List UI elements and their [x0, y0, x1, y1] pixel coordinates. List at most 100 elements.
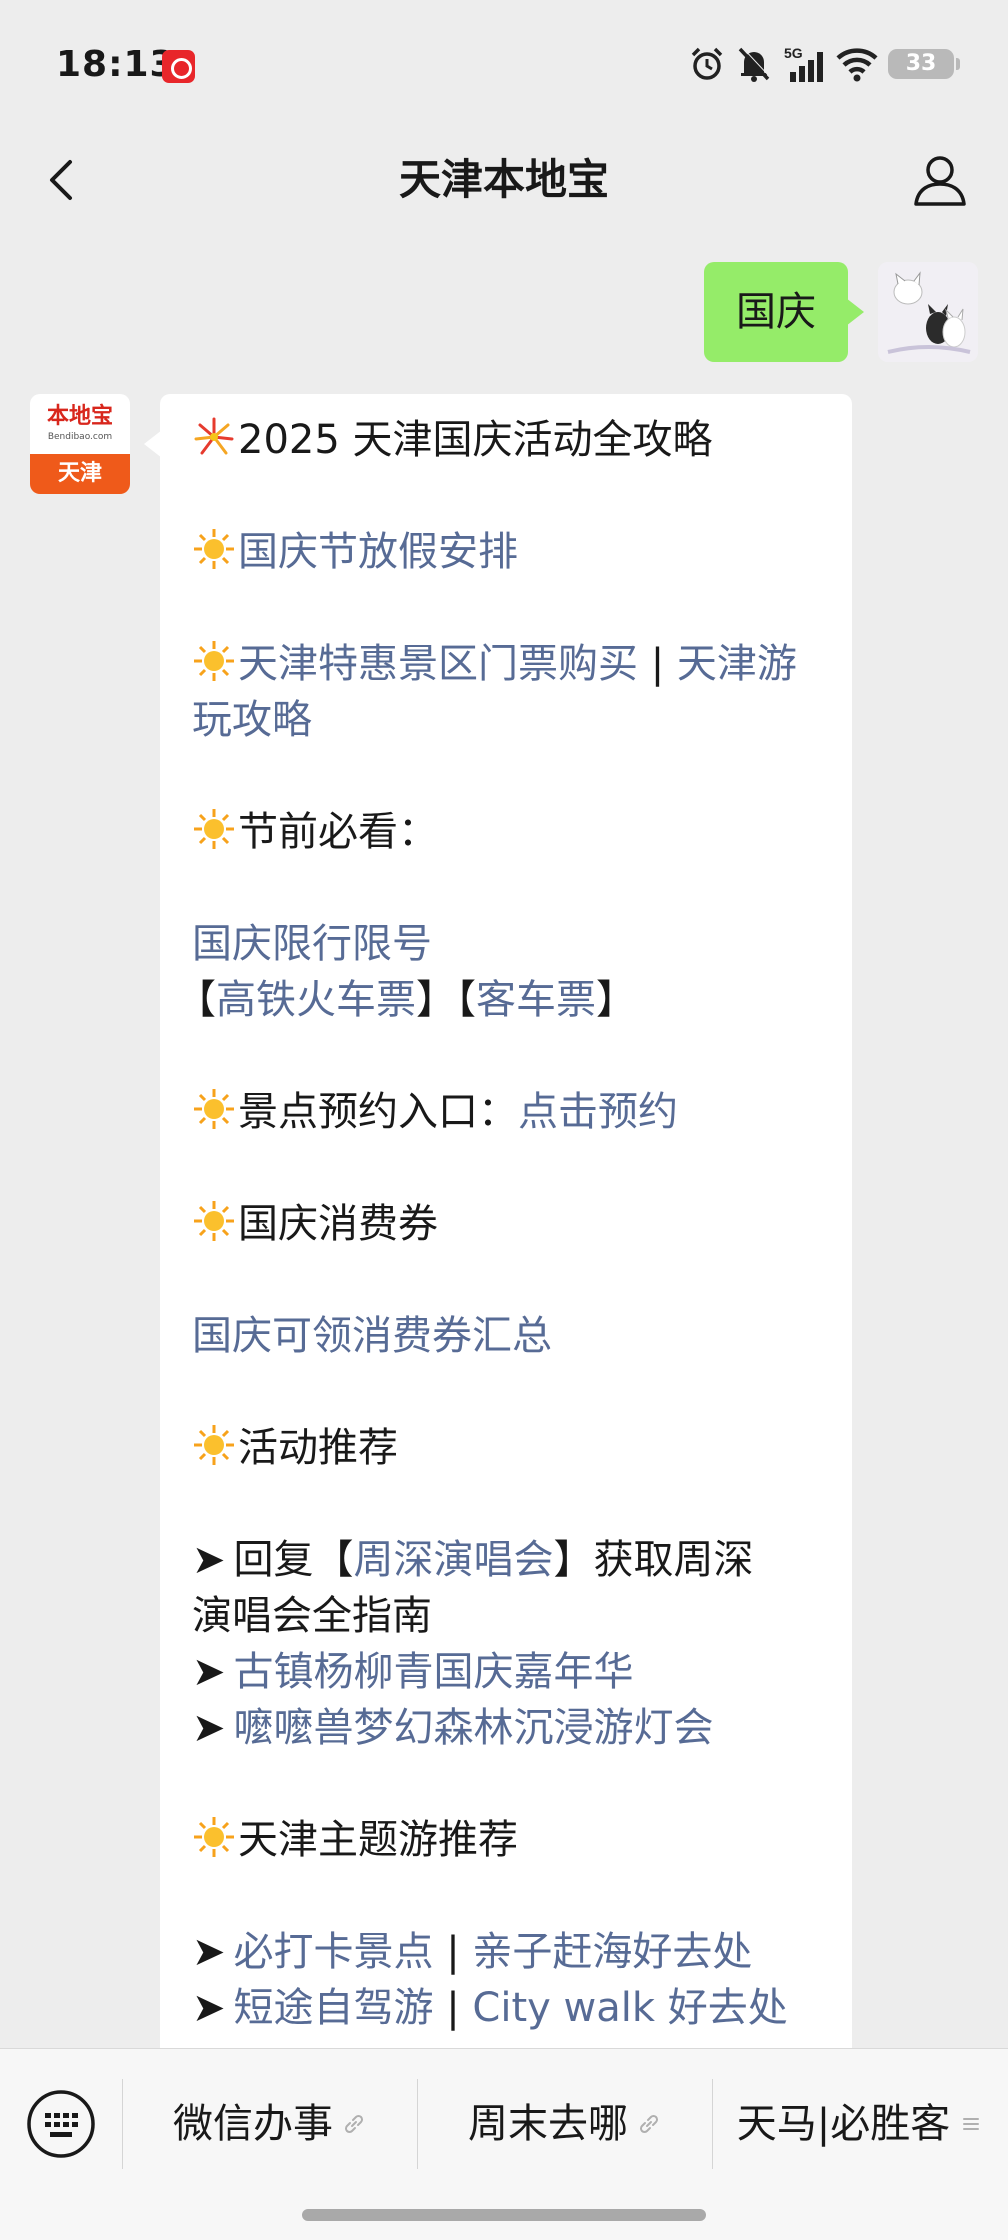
holiday-line: 国庆节放假安排	[192, 524, 822, 580]
submenu-icon	[963, 2118, 980, 2130]
wifi-icon	[836, 48, 878, 82]
arrow-icon: ➤	[192, 1929, 226, 1975]
status-icons: 5G 33	[688, 44, 960, 84]
lantern-line: ➤ 嚒嚒兽梦幻森林沉浸游灯会	[192, 1700, 822, 1756]
netease-music-icon	[162, 50, 195, 83]
keyboard-toggle-button[interactable]	[26, 2089, 96, 2159]
bot-message-bubble[interactable]: 2025 天津国庆活动全攻略 国庆节放假安排 天津特惠景区门票购买 | 天津游 …	[144, 394, 852, 2048]
profile-button[interactable]	[908, 148, 972, 212]
message-title: 2025 天津国庆活动全攻略	[238, 417, 713, 463]
booking-link[interactable]: 点击预约	[518, 1089, 678, 1135]
menu-item-weekend[interactable]: 周末去哪	[418, 2079, 712, 2169]
arrow-icon: ➤	[192, 1985, 226, 2031]
spots-line: ➤ 必打卡景点 | 亲子赶海好去处	[192, 1924, 822, 1980]
link-icon	[639, 2114, 659, 2134]
concert-link[interactable]: 周深演唱会	[354, 1537, 554, 1583]
bot-avatar[interactable]: 本地宝 Bendibao.com 天津	[30, 394, 130, 494]
menu-item-wechat-services[interactable]: 微信办事	[123, 2079, 417, 2169]
coupon-summary-link[interactable]: 国庆可领消费券汇总	[192, 1313, 552, 1359]
sun-emoji-icon	[194, 1425, 234, 1465]
menu-item-tianma-pizzahut[interactable]: 天马|必胜客	[713, 2079, 1008, 2169]
tickets-line-wrap: 玩攻略	[192, 692, 822, 748]
transport-line: 【高铁火车票】【客车票】	[176, 972, 822, 1028]
holiday-schedule-link[interactable]: 国庆节放假安排	[238, 529, 518, 575]
cat-avatar-image	[878, 262, 978, 362]
bracket-open-text: 【	[456, 977, 476, 1023]
coupon-heading: 国庆消费券	[238, 1201, 438, 1247]
train-tickets-link[interactable]: 高铁火车票	[216, 977, 416, 1023]
sun-emoji-icon	[194, 641, 234, 681]
home-indicator[interactable]	[302, 2209, 706, 2221]
chat-header: 天津本地宝	[0, 130, 1008, 230]
events-heading: 活动推荐	[238, 1425, 398, 1471]
bracket-close-text: 】	[553, 1537, 594, 1583]
my-message-bubble[interactable]: 国庆	[704, 262, 864, 362]
separator-text: |	[433, 1985, 473, 2031]
concert-line: ➤ 回复【周深演唱会】获取周深	[192, 1532, 822, 1588]
chat-area[interactable]: 国庆 本地宝 Bendibao.com 天津 2025 天津国庆活动全攻略 国庆…	[0, 230, 1008, 2048]
carnival-link[interactable]: 古镇杨柳青国庆嘉年华	[234, 1649, 634, 1695]
bracket-open-text: 【	[313, 1537, 354, 1583]
sun-emoji-icon	[194, 1201, 234, 1241]
logo-brand-text: 本地宝	[46, 404, 113, 429]
tickets-line: 天津特惠景区门票购买 | 天津游	[192, 636, 822, 692]
arrow-icon: ➤	[192, 1649, 226, 1695]
city-walk-link[interactable]: City walk 好去处	[472, 1985, 787, 2031]
bendibao-logo: 本地宝 Bendibao.com	[30, 394, 130, 454]
family-beach-link[interactable]: 亲子赶海好去处	[472, 1929, 752, 1975]
must-visit-spots-link[interactable]: 必打卡景点	[234, 1929, 434, 1975]
person-icon	[914, 156, 966, 206]
events-heading-line: 活动推荐	[192, 1420, 822, 1476]
logo-domain-text: Bendibao.com	[47, 432, 113, 442]
concert-line-wrap: 演唱会全指南	[192, 1588, 822, 1644]
lantern-festival-link[interactable]: 嚒嚒兽梦幻森林沉浸游灯会	[234, 1705, 714, 1751]
reply-prefix-text: 回复	[233, 1537, 314, 1583]
fireworks-emoji-icon	[194, 417, 234, 455]
booking-line: 景点预约入口：点击预约	[192, 1084, 822, 1140]
sun-emoji-icon	[194, 1817, 234, 1857]
theme-heading: 天津主题游推荐	[238, 1817, 518, 1863]
bus-tickets-link[interactable]: 客车票	[476, 977, 596, 1023]
mute-bell-icon	[738, 46, 771, 82]
page-title: 天津本地宝	[398, 155, 609, 204]
keyboard-icon	[27, 2090, 95, 2158]
network-type-text: 5G	[784, 45, 803, 61]
pre-holiday-line: 节前必看：	[192, 804, 822, 860]
traffic-line: 国庆限行限号	[192, 916, 822, 972]
arrow-icon: ➤	[192, 1537, 226, 1583]
menu-item-label: 天马|必胜客	[736, 2101, 951, 2147]
battery-indicator: 33	[888, 49, 960, 79]
reply-suffix-text-cont: 演唱会全指南	[192, 1593, 432, 1639]
link-icon	[344, 2114, 364, 2134]
sun-emoji-icon	[194, 529, 234, 569]
message-title-line: 2025 天津国庆活动全攻略	[192, 412, 822, 468]
scenic-tickets-link[interactable]: 天津特惠景区门票购买	[238, 641, 638, 687]
separator-text: |	[433, 1929, 473, 1975]
logo-city-text: 天津	[30, 454, 130, 494]
alarm-icon	[691, 47, 723, 80]
theme-heading-line: 天津主题游推荐	[192, 1812, 822, 1868]
coupon-heading-line: 国庆消费券	[192, 1196, 822, 1252]
drive-line: ➤ 短途自驾游 | City walk 好去处	[192, 1980, 822, 2036]
menu-item-label: 微信办事	[173, 2101, 333, 2147]
separator-text: |	[638, 641, 677, 687]
status-bar: 18:13 5G 33	[0, 0, 1008, 130]
travel-guide-link-cont[interactable]: 玩攻略	[192, 697, 312, 743]
sun-emoji-icon	[194, 809, 234, 849]
bracket-close-text: 】	[596, 977, 636, 1023]
travel-guide-link[interactable]: 天津游	[677, 641, 797, 687]
sun-emoji-icon	[194, 1089, 234, 1129]
carnival-line: ➤ 古镇杨柳青国庆嘉年华	[192, 1644, 822, 1700]
status-time: 18:13	[56, 44, 176, 85]
pre-holiday-heading: 节前必看：	[238, 809, 438, 855]
my-avatar[interactable]	[878, 262, 978, 362]
menu-item-label: 周末去哪	[468, 2101, 628, 2147]
traffic-restriction-link[interactable]: 国庆限行限号	[192, 921, 432, 967]
reply-suffix-text: 获取周深	[593, 1537, 754, 1583]
bracket-open-text: 【	[176, 977, 216, 1023]
booking-label: 景点预约入口：	[238, 1089, 518, 1135]
arrow-icon: ➤	[192, 1705, 226, 1751]
bracket-close-text: 】	[416, 977, 456, 1023]
road-trip-link[interactable]: 短途自驾游	[234, 1985, 434, 2031]
cellular-signal-icon: 5G	[784, 45, 823, 82]
